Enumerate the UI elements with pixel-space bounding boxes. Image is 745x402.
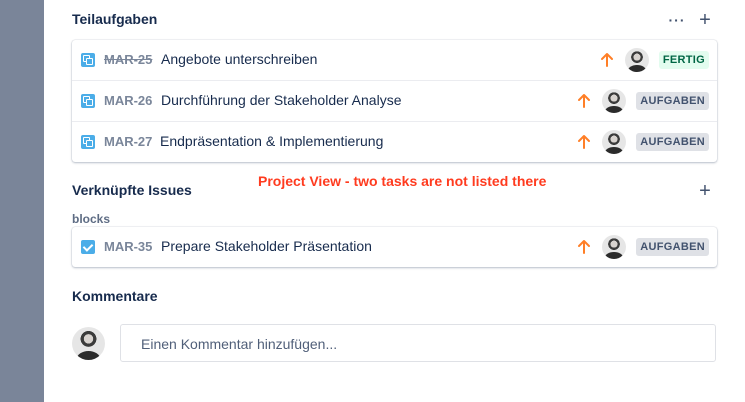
comments-header: Kommentare <box>72 285 717 309</box>
subtask-icon <box>81 135 95 149</box>
priority-high-arrow-icon <box>578 240 591 254</box>
subtask-row[interactable]: MAR-25 Angebote unterschreiben FERTIG <box>72 40 717 80</box>
subtask-row[interactable]: MAR-27 Endpräsentation & Implementierung… <box>72 121 717 162</box>
issue-meta: FERTIG <box>599 40 709 80</box>
status-lozenge[interactable]: AUFGABEN <box>636 133 709 151</box>
issue-meta: AUFGABEN <box>576 227 709 267</box>
subtasks-title: Teilaufgaben <box>72 11 158 27</box>
comment-placeholder: Einen Kommentar hinzufügen... <box>141 336 338 352</box>
left-sidebar <box>0 0 44 402</box>
issue-summary[interactable]: Endpräsentation & Implementierung <box>160 133 383 149</box>
priority-high-arrow-icon <box>578 135 591 149</box>
assignee-avatar[interactable] <box>624 48 649 72</box>
status-lozenge[interactable]: AUFGABEN <box>636 238 709 256</box>
add-link-icon[interactable]: + <box>693 179 717 203</box>
assignee-avatar[interactable] <box>602 130 627 154</box>
status-lozenge[interactable]: AUFGABEN <box>636 92 709 110</box>
linked-issues-list: MAR-35 Prepare Stakeholder Präsentation … <box>72 227 717 267</box>
assignee-avatar[interactable] <box>602 89 627 113</box>
subtask-icon <box>81 94 95 108</box>
priority-high-arrow-icon <box>578 94 591 108</box>
subtasks-header: Teilaufgaben ··· + <box>72 8 717 32</box>
status-lozenge[interactable]: FERTIG <box>658 51 709 69</box>
subtask-row[interactable]: MAR-26 Durchführung der Stakeholder Anal… <box>72 80 717 121</box>
linked-issues-header: Verknüpfte Issues + <box>72 179 717 203</box>
comments-title: Kommentare <box>72 288 158 304</box>
issue-key[interactable]: MAR-27 <box>104 134 152 149</box>
priority-high-arrow-icon <box>600 53 613 67</box>
issue-key[interactable]: MAR-26 <box>104 93 152 108</box>
more-actions-icon[interactable]: ··· <box>665 8 689 32</box>
subtasks-list: MAR-25 Angebote unterschreiben FERTIG MA… <box>72 40 717 162</box>
current-user-avatar <box>72 327 105 360</box>
assignee-avatar[interactable] <box>602 235 627 259</box>
task-checkbox-icon <box>81 240 95 254</box>
issue-meta: AUFGABEN <box>576 122 709 162</box>
linked-issues-title: Verknüpfte Issues <box>72 182 192 198</box>
issue-summary[interactable]: Angebote unterschreiben <box>161 51 317 67</box>
linked-issues-actions: + <box>689 179 717 203</box>
link-type-label: blocks <box>72 212 111 226</box>
issue-summary[interactable]: Durchführung der Stakeholder Analyse <box>161 92 401 108</box>
issue-detail-panel: Teilaufgaben ··· + MAR-25 Angebote unter… <box>72 0 717 402</box>
linked-issue-row[interactable]: MAR-35 Prepare Stakeholder Präsentation … <box>72 227 717 267</box>
issue-key[interactable]: MAR-25 <box>104 52 152 67</box>
add-subtask-icon[interactable]: + <box>693 8 717 32</box>
subtasks-actions: ··· + <box>661 8 717 32</box>
issue-meta: AUFGABEN <box>576 81 709 121</box>
subtask-icon <box>81 53 95 67</box>
comment-input[interactable]: Einen Kommentar hinzufügen... <box>120 324 716 362</box>
issue-summary[interactable]: Prepare Stakeholder Präsentation <box>161 238 372 254</box>
issue-key[interactable]: MAR-35 <box>104 239 152 254</box>
